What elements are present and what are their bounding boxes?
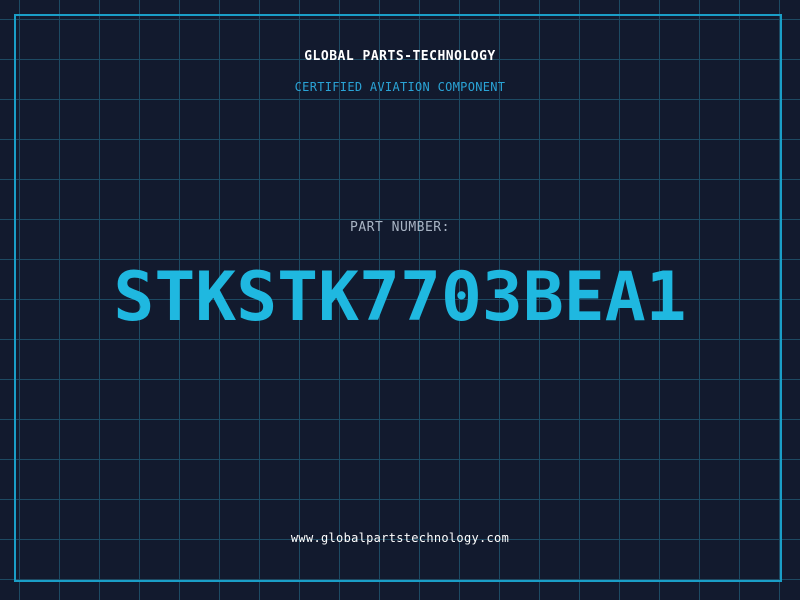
part-number-value: STKSTK7703BEA1 — [113, 258, 687, 337]
company-name: GLOBAL PARTS-TECHNOLOGY — [304, 49, 496, 64]
part-number-label: PART NUMBER: — [350, 220, 450, 235]
certification-subtitle: CERTIFIED AVIATION COMPONENT — [294, 80, 506, 94]
website-url: www.globalpartstechnology.com — [290, 531, 510, 545]
